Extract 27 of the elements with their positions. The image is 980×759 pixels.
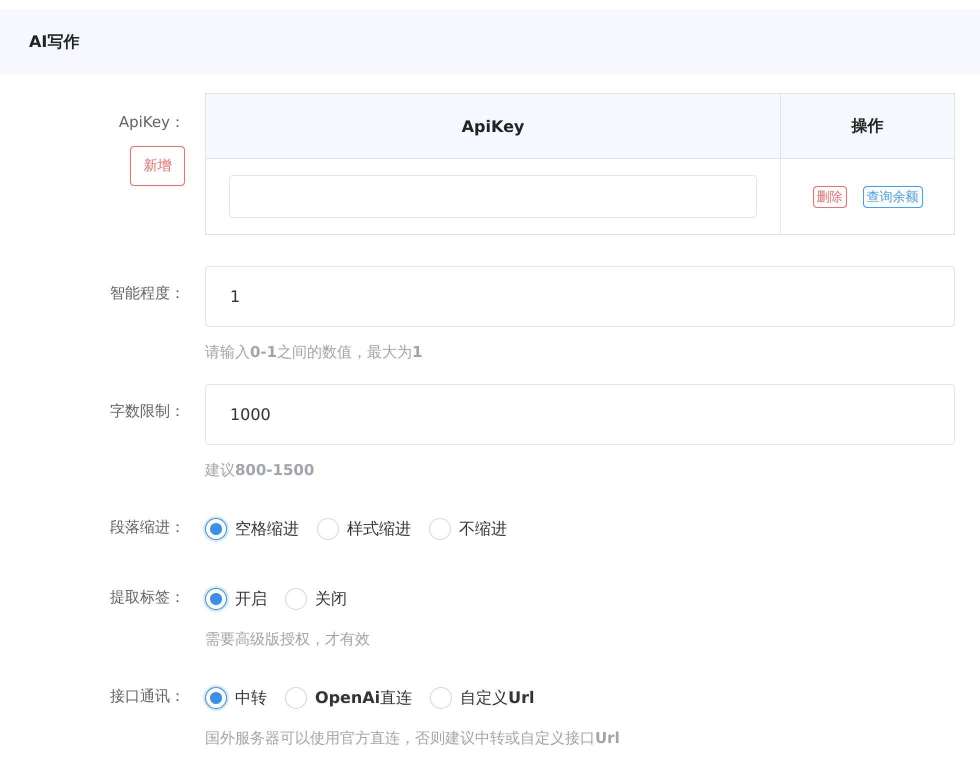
field-label: ApiKey： [118, 113, 185, 132]
hint-text: 国外服务器可以使用官方直连，否则建议中转或自定义接口Url [205, 729, 621, 748]
hint-text: 请输入0-1之间的数值，最大为1 [205, 343, 424, 362]
field-label: 接口通讯： [110, 687, 185, 706]
field-label: 段落缩进： [110, 518, 185, 537]
field-label: 字数限制： [110, 402, 185, 421]
input-field[interactable] [229, 175, 757, 218]
section-title: AI写作 [29, 32, 80, 52]
radio-icon[interactable] [205, 687, 227, 709]
radio-option[interactable]: 开启 [205, 588, 267, 610]
hint-text: 建议800-1500 [205, 461, 316, 480]
column-header: 操作 [780, 94, 954, 159]
radio-icon[interactable] [205, 588, 227, 610]
field-label: 提取标签： [110, 588, 185, 607]
radio-option[interactable]: 样式缩进 [317, 518, 411, 540]
radio-option[interactable]: 中转 [205, 687, 267, 709]
radio-option[interactable]: 自定义Url [430, 687, 535, 709]
radio-option[interactable]: 空格缩进 [205, 518, 299, 540]
input-field[interactable]: 1 [205, 266, 955, 327]
radio-option[interactable]: 关闭 [285, 588, 347, 610]
field-label: 智能程度： [110, 284, 185, 303]
hint-text: 需要高级版授权，才有效 [205, 630, 371, 649]
radio-option[interactable]: 不缩进 [429, 518, 507, 540]
radio-icon[interactable] [205, 518, 227, 540]
input-field[interactable]: 1000 [205, 384, 955, 445]
column-header: ApiKey [206, 94, 780, 159]
radio-option[interactable]: OpenAi直连 [285, 687, 412, 709]
